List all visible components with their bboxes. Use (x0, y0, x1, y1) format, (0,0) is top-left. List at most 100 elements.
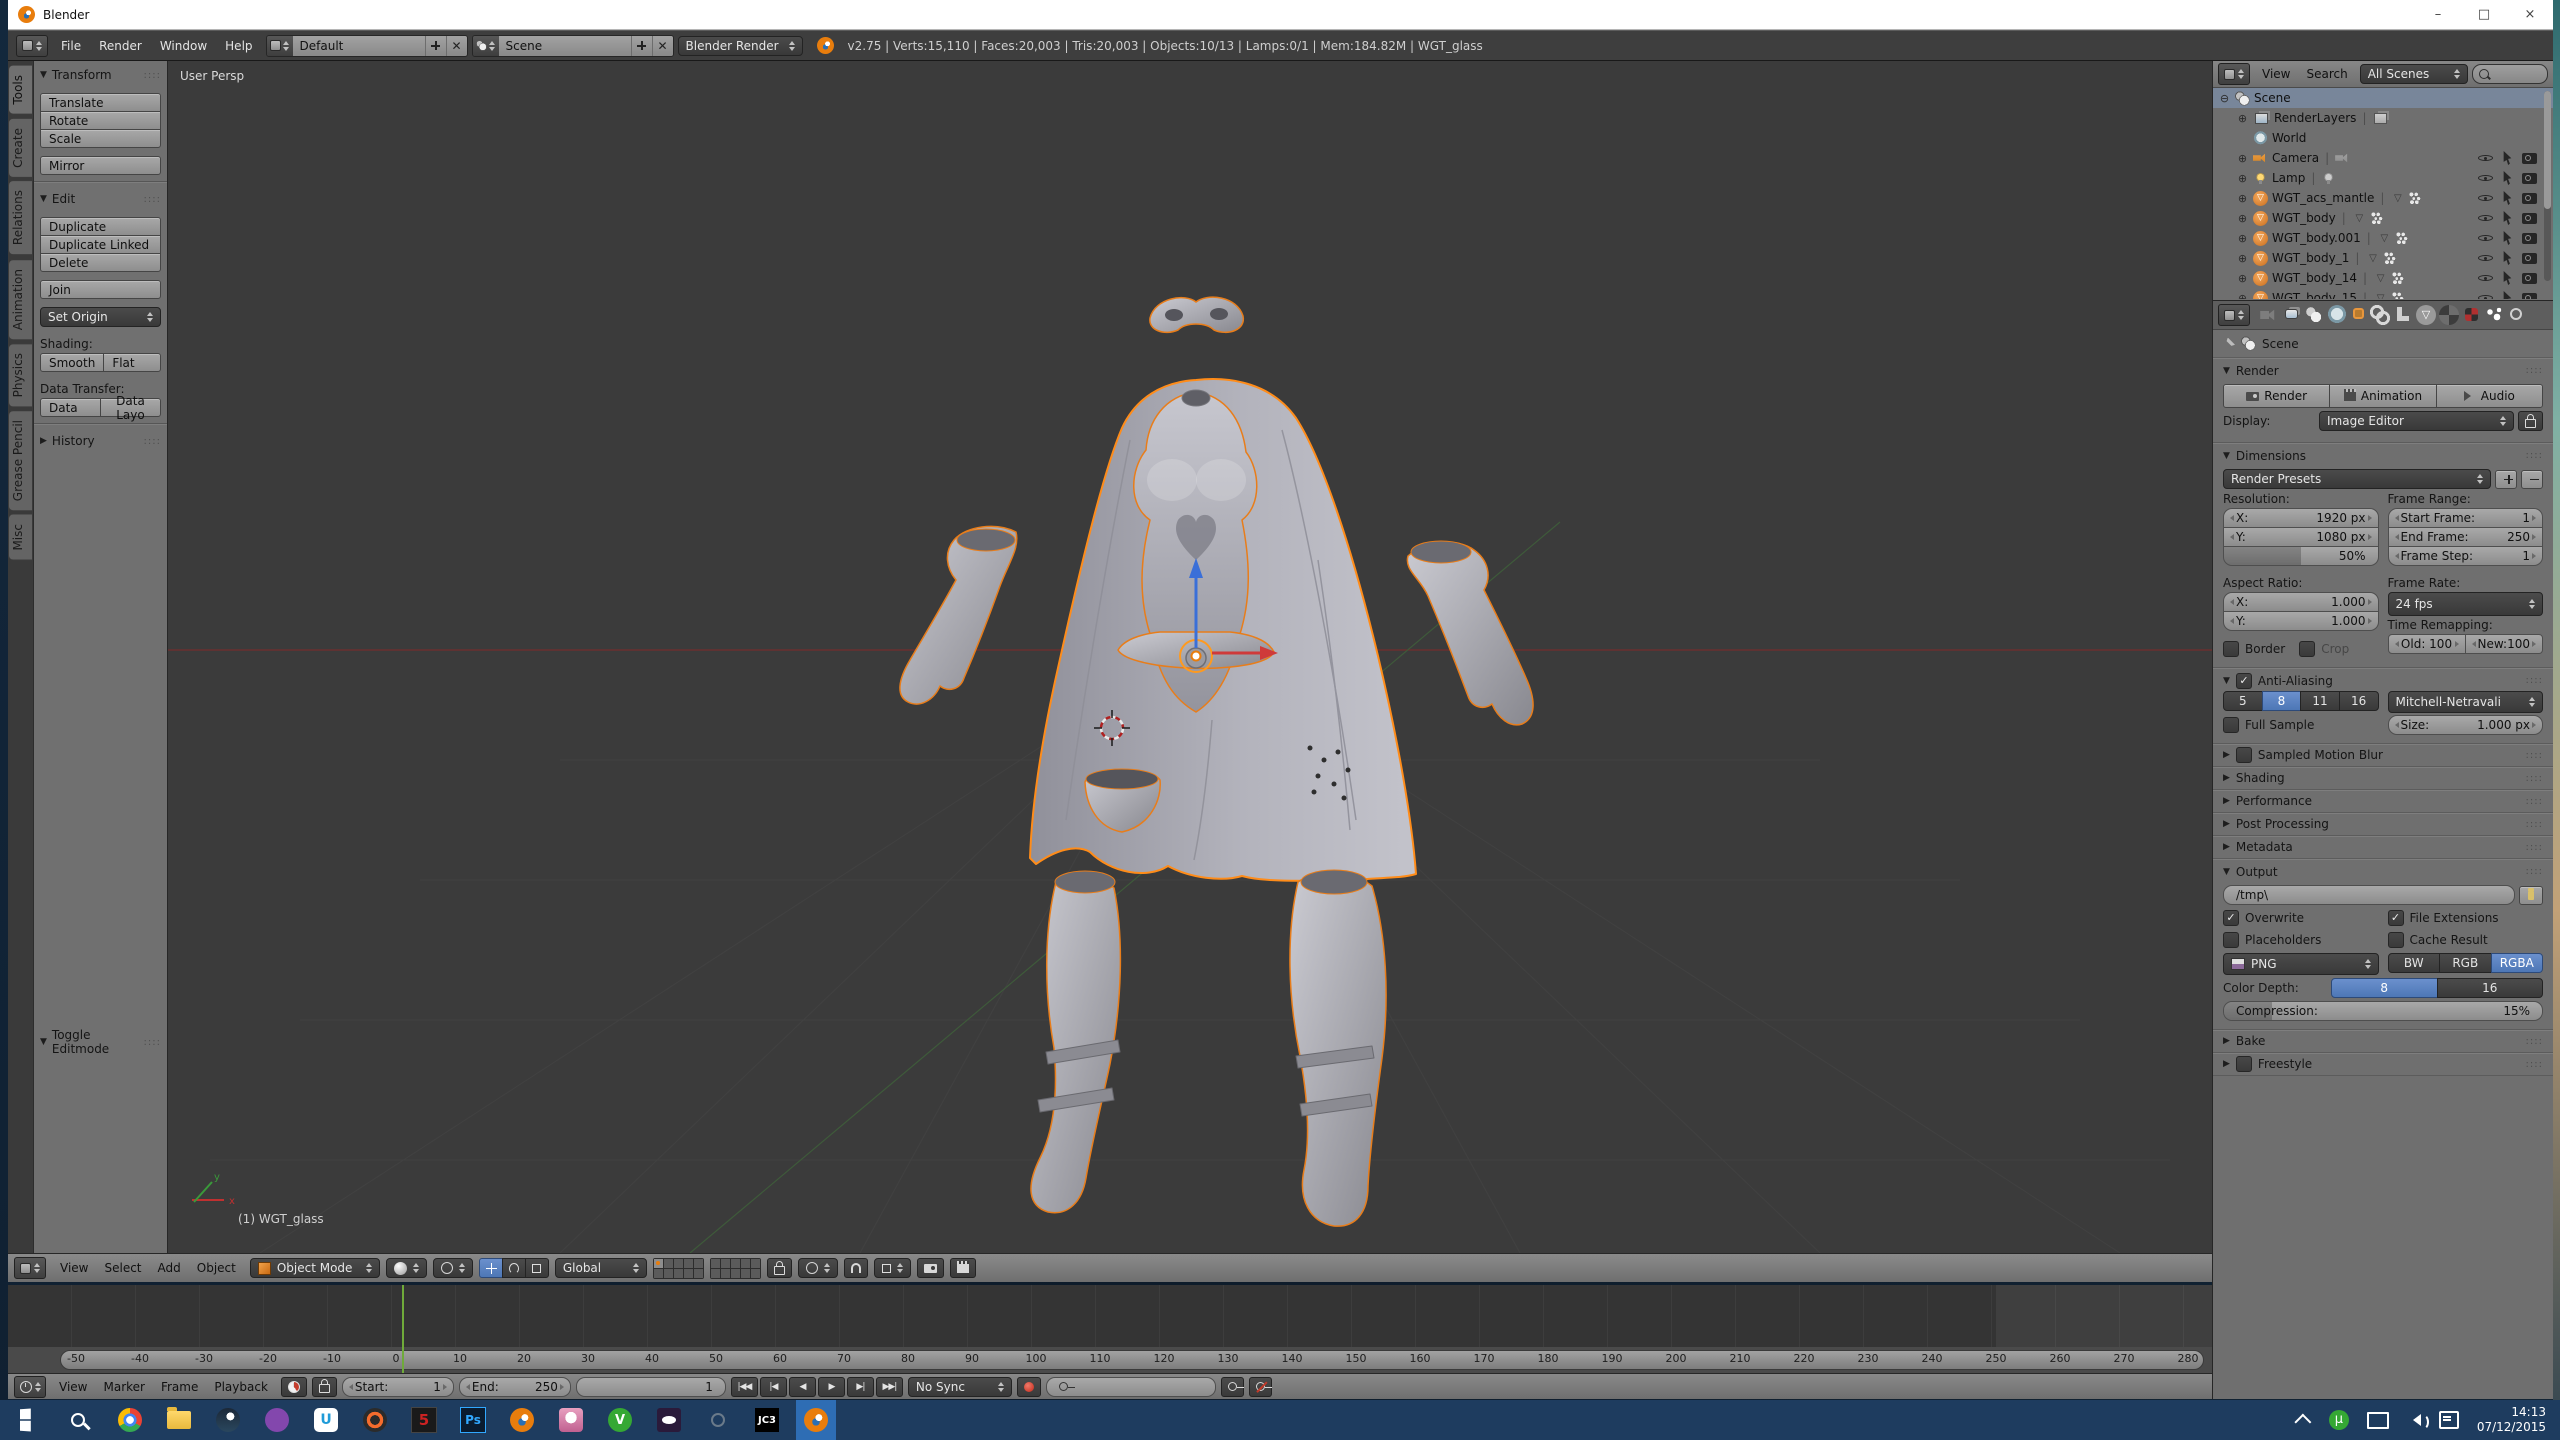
render-engine-dropdown[interactable]: Blender Render (677, 35, 803, 56)
outliner-item-label[interactable]: Scene (2254, 91, 2291, 105)
editor-type-viewport-button[interactable] (14, 1257, 46, 1279)
jump-to-end-button[interactable]: ▶▶| (875, 1376, 903, 1397)
editor-type-info-button[interactable] (16, 34, 48, 57)
drag-dots-icon[interactable]: :::: (2526, 1059, 2543, 1070)
layer-cell[interactable] (720, 1258, 730, 1268)
outliner-item-label[interactable]: WGT_body_15 (2272, 291, 2357, 299)
outliner-item-label[interactable]: WGT_body_1 (2272, 251, 2349, 265)
aa-samples-8-button[interactable]: 8 (2261, 691, 2302, 711)
3d-viewport[interactable]: x y (168, 61, 2212, 1253)
scale-manipulator-button[interactable] (524, 1258, 549, 1278)
layer-cell[interactable] (720, 1268, 730, 1278)
tray-chevron-up-icon[interactable] (2294, 1413, 2312, 1431)
shading-panel-header[interactable]: ▶ Shading:::: (2213, 767, 2553, 790)
join-button[interactable]: Join (40, 280, 161, 299)
selectability-cursor-icon[interactable] (2503, 291, 2512, 299)
properties-tab-object-data-icon[interactable] (2416, 305, 2436, 325)
chrome-taskbar-icon[interactable] (110, 1400, 150, 1440)
properties-tab-constraints-icon[interactable] (2370, 305, 2390, 325)
renderability-camera-icon[interactable] (2522, 152, 2537, 164)
file-format-dropdown[interactable]: PNG (2223, 953, 2379, 975)
transform-orientation-dropdown[interactable]: Global (554, 1258, 647, 1278)
layer-cell[interactable] (693, 1268, 703, 1278)
selectability-cursor-icon[interactable] (2503, 211, 2512, 225)
renderability-camera-icon[interactable] (2522, 192, 2537, 204)
info-menu-help[interactable]: Help (216, 39, 261, 53)
outliner-item-label[interactable]: RenderLayers (2274, 111, 2356, 125)
outliner-menu-view[interactable]: View (2254, 67, 2298, 81)
expander-plus-icon[interactable]: ⊕ (2236, 212, 2249, 225)
layer-cell[interactable] (673, 1268, 683, 1278)
render-audio-button[interactable]: Audio (2435, 384, 2543, 408)
start-frame-field[interactable]: Start Frame: 1 (2387, 508, 2543, 528)
properties-tab-scene-icon[interactable] (2304, 305, 2324, 325)
properties-tab-render-icon[interactable] (2260, 309, 2275, 321)
data-transfer-data-button[interactable]: Data (40, 398, 101, 417)
render-animation-button[interactable]: Animation (2329, 384, 2437, 408)
mode-dropdown[interactable]: Object Mode (249, 1258, 380, 1278)
scene-selector-icon[interactable] (472, 35, 499, 56)
bake-panel-header[interactable]: ▶ Bake:::: (2213, 1030, 2553, 1053)
history-panel-header[interactable]: ▶ History:::: (40, 431, 161, 451)
translate-manipulator-button[interactable] (478, 1258, 503, 1278)
drag-dots-icon[interactable]: :::: (144, 194, 161, 205)
render-panel-header[interactable]: ▼ Render:::: (2223, 360, 2543, 381)
keying-set-field[interactable] (1045, 1376, 1216, 1397)
outliner-menu-search[interactable]: Search (2298, 67, 2355, 81)
timeline-ruler[interactable]: -50 -40 -30 -20 -10 0 10 20 30 40 50 60 70 80 90 100 110… (8, 1347, 2212, 1373)
aa-filter-dropdown[interactable]: Mitchell-Netravali (2387, 691, 2543, 713)
properties-tab-render-layers-icon[interactable] (2285, 309, 2298, 319)
properties-tab-material-icon[interactable] (2439, 305, 2459, 325)
outliner-row[interactable]: ⊕ Lamp | (2213, 168, 2553, 188)
current-frame-field[interactable]: 1 (575, 1376, 726, 1397)
delete-keyframe-button[interactable] (1248, 1376, 1272, 1397)
blender-active-taskbar-icon[interactable] (796, 1400, 836, 1440)
end-frame-field[interactable]: End: 250 (458, 1376, 571, 1397)
shade-smooth-button[interactable]: Smooth (40, 353, 105, 372)
visibility-eye-icon[interactable] (2478, 251, 2493, 265)
viewport-menu-view[interactable]: View (52, 1261, 96, 1275)
time-remap-new-field[interactable]: New:100 (2464, 634, 2543, 654)
border-checkbox[interactable]: Border (2223, 639, 2285, 659)
window-titlebar[interactable]: Blender – □ × (8, 0, 2553, 30)
minimize-button[interactable]: – (2415, 0, 2461, 30)
properties-tab-world-icon[interactable] (2327, 305, 2347, 325)
start-frame-field[interactable]: Start: 1 (341, 1376, 454, 1397)
layer-cell[interactable] (730, 1258, 740, 1268)
set-origin-dropdown[interactable]: Set Origin (40, 307, 161, 327)
scene-name[interactable]: Scene (498, 35, 631, 56)
blender-taskbar-icon[interactable] (502, 1400, 542, 1440)
outliner-row[interactable]: ⊕ WGT_body_1 | ▽ (2213, 248, 2553, 268)
game-five-taskbar-icon[interactable]: 5 (404, 1400, 444, 1440)
visibility-eye-icon[interactable] (2478, 231, 2493, 245)
outliner-item-label[interactable]: Camera (2272, 151, 2319, 165)
expander-plus-icon[interactable]: ⊕ (2236, 272, 2249, 285)
timeline-menu-view[interactable]: View (51, 1380, 95, 1394)
uplay-taskbar-icon[interactable]: U (306, 1400, 346, 1440)
renderability-camera-icon[interactable] (2522, 172, 2537, 184)
add-preset-button[interactable] (2495, 469, 2517, 489)
auto-keyframe-button[interactable] (1016, 1376, 1041, 1397)
play-reverse-button[interactable]: ◀ (788, 1376, 816, 1397)
renderability-camera-icon[interactable] (2522, 212, 2537, 224)
outliner-row[interactable]: World (2213, 128, 2553, 148)
selectability-cursor-icon[interactable] (2503, 231, 2512, 245)
layer-cell[interactable] (750, 1258, 760, 1268)
sync-dropdown[interactable]: No Sync (907, 1376, 1012, 1397)
scene-selector[interactable]: Scene ✕ (471, 34, 674, 57)
renderability-camera-icon[interactable] (2522, 252, 2537, 264)
search-input[interactable] (2492, 67, 2537, 81)
scale-button[interactable]: Scale (40, 129, 161, 148)
aa-samples-5-button[interactable]: 5 (2223, 691, 2263, 711)
layer-cell[interactable] (693, 1258, 703, 1268)
delete-button[interactable]: Delete (40, 253, 161, 272)
render-still-button[interactable]: Render (2223, 384, 2331, 408)
resolution-y-field[interactable]: Y: 1080 px (2223, 527, 2379, 547)
shade-flat-button[interactable]: Flat (103, 353, 161, 372)
file-extensions-checkbox[interactable]: File Extensions (2387, 908, 2544, 928)
outliner-row[interactable]: ⊕ RenderLayers | (2213, 108, 2553, 128)
outliner-item-label[interactable]: WGT_body.001 (2272, 231, 2361, 245)
channel-rgba-button[interactable]: RGBA (2490, 953, 2543, 973)
layer-cell[interactable] (653, 1258, 663, 1268)
layer-cell[interactable] (750, 1268, 760, 1278)
